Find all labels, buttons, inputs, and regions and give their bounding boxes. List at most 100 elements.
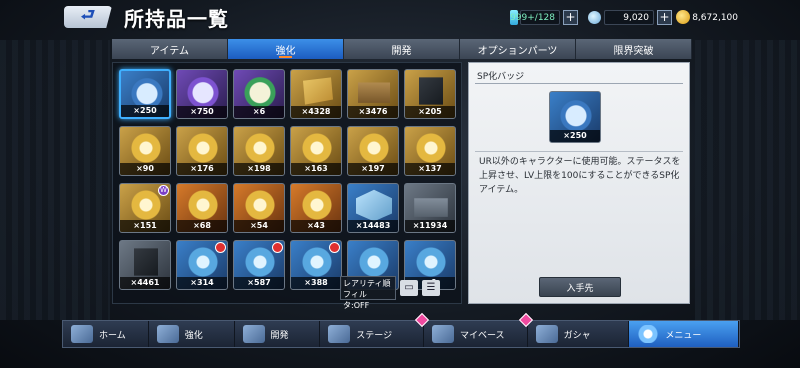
sp-badge-icon (556, 96, 596, 132)
item-count: ×163 (291, 163, 341, 175)
item-slot[interactable]: ×6 (233, 69, 285, 119)
item-count: ×68 (177, 220, 227, 232)
gem-plus-button[interactable]: + (657, 10, 672, 25)
coin-icon (676, 10, 690, 24)
item-slot[interactable]: ×43 (290, 183, 342, 233)
medal-icon (127, 75, 167, 109)
gear-icon (240, 188, 280, 222)
gear-icon (183, 131, 223, 165)
device-icon (358, 82, 390, 103)
item-slot[interactable]: ×176 (176, 126, 228, 176)
medal-p-icon (183, 74, 223, 108)
stamina-resource: 999+/128 + (510, 9, 578, 26)
gear-icon (354, 131, 394, 165)
acquire-source-button[interactable]: 入手先 (539, 277, 621, 297)
category-tabs: アイテム 強化 開発 オプションパーツ 限界突破 (112, 39, 692, 59)
dark-icon (134, 248, 158, 276)
item-count: ×90 (120, 163, 170, 175)
background-machinery-left (0, 40, 110, 320)
nav-enhance[interactable]: 強化 (149, 321, 235, 347)
item-slot[interactable]: ×137 (404, 126, 456, 176)
item-slot[interactable]: ×11934 (404, 183, 456, 233)
tab-enhance[interactable]: 強化 (228, 39, 344, 59)
nav-label: ステージ (356, 330, 393, 341)
gear-icon (411, 131, 451, 165)
item-count: ×6 (234, 106, 284, 118)
item-slot[interactable]: ×388 (290, 240, 342, 290)
item-count: ×11934 (405, 220, 455, 232)
dark-icon (419, 77, 443, 105)
gear-icon (297, 188, 337, 222)
nav-stage[interactable]: ステージ (320, 312, 430, 347)
tab-limit-break[interactable]: 限界突破 (576, 39, 692, 59)
item-count: ×3476 (348, 106, 398, 118)
item-slot[interactable]: ×205 (404, 69, 456, 119)
item-slot[interactable]: ×197 (347, 126, 399, 176)
item-slot[interactable]: ×750 (176, 69, 228, 119)
sort-button[interactable]: ☰ (422, 280, 440, 296)
tab-option-parts[interactable]: オプションパーツ (460, 39, 576, 59)
item-slot[interactable]: ×163 (290, 126, 342, 176)
detail-item-count: ×250 (550, 130, 600, 142)
item-count: ×176 (177, 163, 227, 175)
gacha-icon (535, 325, 558, 343)
item-slot[interactable]: ×587 (233, 240, 285, 290)
item-count: ×750 (177, 106, 227, 118)
menu-icon (637, 325, 660, 343)
filter-status-text: フィルタ:OFF (343, 290, 370, 310)
item-slot[interactable]: ×68 (176, 183, 228, 233)
sort-filter-label[interactable]: レアリティ順 フィルタ:OFF (340, 276, 396, 310)
nav-label: 強化 (184, 330, 203, 341)
item-count: ×198 (234, 163, 284, 175)
nav-develop[interactable]: 開発 (235, 321, 321, 347)
case-icon (414, 198, 448, 217)
item-count: ×43 (291, 220, 341, 232)
item-count: ×137 (405, 163, 455, 175)
w-badge-icon: W (158, 185, 169, 196)
item-slot[interactable]: ×4328 (290, 69, 342, 119)
top-bar: ⮐ 所持品一覧 999+/128 + 9,020 + 8,672,100 (0, 0, 800, 36)
item-count: ×388 (291, 277, 341, 289)
cube-icon (356, 189, 392, 222)
item-count: ×250 (121, 105, 169, 117)
nav-menu[interactable]: メニュー (629, 321, 739, 347)
page-title: 所持品一覧 (124, 7, 229, 31)
nav-label: メニュー (665, 330, 702, 341)
item-grid: ×250 ×750 ×6 ×4328 ×3476 ×205 ×90 ×176 ×198 ×163 ×… (112, 62, 462, 304)
stamina-plus-button[interactable]: + (563, 10, 578, 25)
new-badge-icon (272, 242, 283, 253)
detail-item-icon: ×250 (549, 91, 601, 143)
item-slot[interactable]: ×14483 (347, 183, 399, 233)
nav-label: ガシャ (563, 330, 591, 341)
coin-resource: 8,672,100 (692, 9, 742, 26)
gem-resource: 9,020 + (604, 9, 672, 26)
item-count: ×314 (177, 277, 227, 289)
item-count: ×205 (405, 106, 455, 118)
bottom-navigation: ホーム 強化 開発 ステージ マイベース ガシャ メニュー (62, 312, 740, 348)
develop-icon (242, 325, 265, 343)
item-slot[interactable]: ×250 (119, 69, 171, 119)
gear-icon (126, 131, 166, 165)
detail-divider (475, 83, 683, 84)
item-slot[interactable]: ×90 (119, 126, 171, 176)
filter-toggle-button[interactable]: ▭ (400, 280, 418, 296)
nav-home[interactable]: ホーム (63, 321, 149, 347)
item-slot[interactable]: ×198 (233, 126, 285, 176)
nav-mybase[interactable]: マイベース (424, 312, 533, 347)
gear-icon (183, 188, 223, 222)
back-arrow-icon: ⮐ (80, 4, 96, 24)
gear-b-icon (354, 245, 394, 279)
item-slot[interactable]: ×4461 (119, 240, 171, 290)
item-slot[interactable]: ×314 (176, 240, 228, 290)
tab-item[interactable]: アイテム (112, 39, 228, 59)
item-count: ×587 (234, 277, 284, 289)
background-machinery-right (695, 40, 800, 320)
tab-develop[interactable]: 開発 (344, 39, 460, 59)
item-slot[interactable]: ×3476 (347, 69, 399, 119)
medal-g-icon (240, 74, 280, 108)
item-slot[interactable]: W ×151 (119, 183, 171, 233)
item-slot[interactable]: ×54 (233, 183, 285, 233)
nav-gacha[interactable]: ガシャ (528, 321, 630, 347)
item-count: ×197 (348, 163, 398, 175)
back-button[interactable]: ⮐ (64, 6, 112, 28)
